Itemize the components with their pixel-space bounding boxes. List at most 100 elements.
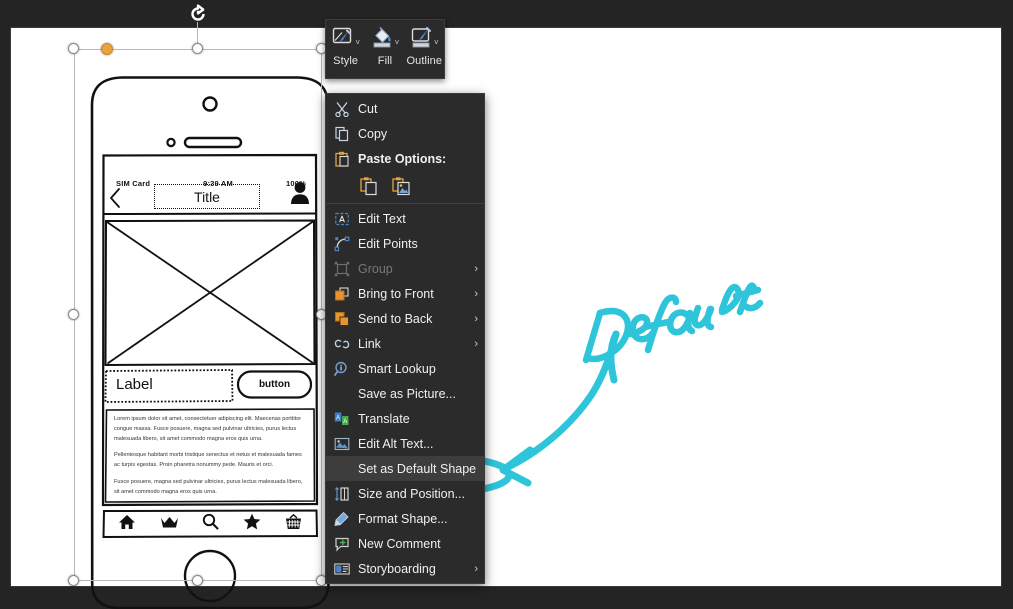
context-menu-item-size-and-position[interactable]: Size and Position...	[326, 481, 484, 506]
context-menu-item-edit-text[interactable]: Edit Text	[326, 206, 484, 231]
chevron-right-icon: ›	[474, 562, 478, 575]
context-menu-label-copy: Copy	[358, 126, 388, 141]
context-menu-item-edit-alt-text[interactable]: Edit Alt Text...	[326, 431, 484, 456]
size-position-icon	[333, 485, 351, 503]
basket-icon[interactable]	[285, 513, 302, 535]
body-paragraph: Fusce posuere, magna sed pulvinar ultric…	[114, 478, 303, 495]
phone-body-text: Lorem ipsum dolor sit amet, consectetuer…	[114, 415, 306, 497]
context-menu-label-link: Link	[358, 336, 381, 351]
context-menu-item-group: Group ›	[326, 256, 484, 281]
send-to-back-icon	[333, 310, 351, 328]
context-menu-item-new-comment[interactable]: New Comment	[326, 531, 484, 556]
phone-sensor-icon	[166, 137, 176, 148]
chevron-right-icon: ›	[474, 287, 478, 300]
context-menu-separator	[326, 203, 484, 204]
phone-label-text: Label	[116, 376, 153, 393]
paint-bucket-icon	[371, 26, 394, 53]
context-menu-label-send-to-back: Send to Back	[358, 311, 433, 326]
phone-camera-icon	[202, 96, 218, 112]
back-chevron-icon[interactable]	[107, 187, 123, 214]
mini-toolbar-outline[interactable]: ˅ Outline	[405, 24, 444, 67]
context-menu-item-paste-options: Paste Options:	[326, 146, 484, 171]
context-menu-item-set-as-default-shape[interactable]: Set as Default Shape	[326, 456, 484, 481]
star-icon[interactable]	[243, 513, 261, 535]
storyboarding-icon	[333, 560, 351, 578]
alt-text-icon	[333, 435, 351, 453]
rotate-handle-icon[interactable]	[187, 3, 209, 25]
context-menu-label-save-as-picture: Save as Picture...	[358, 386, 456, 401]
context-menu-label-edit-alt-text: Edit Alt Text...	[358, 436, 434, 451]
mini-toolbar-outline-label: Outline	[406, 55, 443, 67]
selection-handle-bottom-left[interactable]	[68, 575, 79, 586]
paste-picture-icon[interactable]	[390, 175, 412, 197]
context-menu-item-edit-points[interactable]: Edit Points	[326, 231, 484, 256]
context-menu-label-smart-lookup: Smart Lookup	[358, 361, 436, 376]
mini-toolbar-style[interactable]: ˅ Style	[326, 24, 365, 67]
selection-handle-top-center[interactable]	[192, 43, 203, 54]
phone-tab-bar	[106, 511, 314, 537]
context-menu-label-group: Group	[358, 261, 393, 276]
shape-outline-icon	[410, 26, 433, 53]
group-icon	[333, 260, 351, 278]
context-menu-label-storyboarding: Storyboarding	[358, 561, 436, 576]
bring-to-front-icon	[333, 285, 351, 303]
context-menu-label-size-and-position: Size and Position...	[358, 486, 466, 501]
copy-icon	[333, 125, 351, 143]
person-avatar-icon[interactable]	[290, 181, 310, 210]
svg-text:A: A	[336, 415, 340, 421]
comment-icon	[333, 535, 351, 553]
context-menu-item-cut[interactable]: Cut	[326, 96, 484, 121]
no-icon	[333, 385, 351, 403]
outline-dropdown-caret-icon[interactable]: ˅	[434, 39, 439, 47]
translate-icon: A A	[333, 410, 351, 428]
mini-toolbar-style-label: Style	[333, 55, 359, 67]
context-menu-label-new-comment: New Comment	[358, 536, 441, 551]
shape-style-icon	[331, 26, 354, 53]
context-menu-item-storyboarding[interactable]: Storyboarding ›	[326, 556, 484, 581]
context-menu-item-translate[interactable]: A A Translate	[326, 406, 484, 431]
no-icon	[333, 460, 351, 478]
selection-handle-bottom-center[interactable]	[192, 575, 203, 586]
body-paragraph: Pellentesque habitant morbi tristique se…	[114, 452, 302, 469]
style-dropdown-caret-icon[interactable]: ˅	[355, 39, 360, 47]
fill-dropdown-caret-icon[interactable]: ˅	[395, 39, 400, 47]
selection-handle-middle-left[interactable]	[68, 309, 79, 320]
phone-button-text[interactable]: button	[238, 371, 311, 397]
link-icon	[333, 335, 351, 353]
chevron-right-icon: ›	[474, 312, 478, 325]
context-menu-label-paste-options: Paste Options:	[358, 151, 447, 166]
chevron-right-icon: ›	[474, 262, 478, 275]
phone-title-text: Title	[194, 188, 220, 205]
mini-toolbar-fill-label: Fill	[377, 55, 393, 67]
slide-canvas[interactable]: SIM Card 9:39 AM 100% Title Label button…	[11, 28, 1001, 609]
search-icon[interactable]	[202, 513, 220, 535]
edit-text-icon	[333, 210, 351, 228]
mini-toolbar-fill[interactable]: ˅ Fill	[365, 24, 404, 67]
context-menu-item-send-to-back[interactable]: Send to Back ›	[326, 306, 484, 331]
crown-icon[interactable]	[160, 515, 179, 534]
context-menu-item-save-as-picture[interactable]: Save as Picture...	[326, 381, 484, 406]
scissors-icon	[333, 100, 351, 118]
shape-context-menu: Cut Copy Paste Options: Edit Text Edit P…	[325, 93, 485, 584]
body-paragraph: Lorem ipsum dolor sit amet, consectetuer…	[114, 416, 302, 442]
context-menu-item-link[interactable]: Link ›	[326, 331, 484, 356]
context-menu-label-edit-points: Edit Points	[358, 236, 418, 251]
phone-wireframe-shape[interactable]: SIM Card 9:39 AM 100% Title Label button…	[74, 49, 346, 609]
context-menu-item-bring-to-front[interactable]: Bring to Front ›	[326, 281, 484, 306]
smart-lookup-icon	[333, 360, 351, 378]
context-menu-item-copy[interactable]: Copy	[326, 121, 484, 146]
context-menu-label-cut: Cut	[358, 101, 378, 116]
context-menu-item-smart-lookup[interactable]: Smart Lookup	[326, 356, 484, 381]
context-menu-label-format-shape: Format Shape...	[358, 511, 448, 526]
phone-speaker-icon	[183, 136, 243, 149]
selection-handle-top-left[interactable]	[68, 43, 79, 54]
phone-title-textbox[interactable]: Title	[154, 184, 260, 209]
context-menu-item-format-shape[interactable]: Format Shape...	[326, 506, 484, 531]
context-menu-label-translate: Translate	[358, 411, 410, 426]
corner-radius-adjust-handle[interactable]	[101, 43, 113, 55]
chevron-right-icon: ›	[474, 337, 478, 350]
home-icon[interactable]	[118, 514, 136, 535]
paste-keep-source-formatting-icon[interactable]	[358, 175, 380, 197]
paste-options-row	[326, 171, 484, 201]
context-menu-label-edit-text: Edit Text	[358, 211, 406, 226]
